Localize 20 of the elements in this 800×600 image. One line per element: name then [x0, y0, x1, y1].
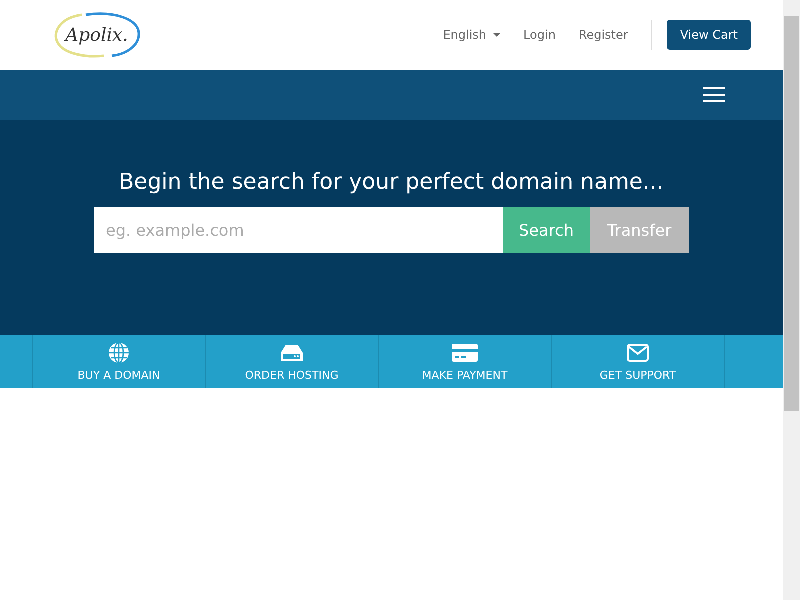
- scrollbar[interactable]: [783, 0, 800, 600]
- logo-ring-icon: [52, 11, 140, 59]
- caret-icon: [492, 33, 501, 37]
- search-button[interactable]: Search: [503, 207, 590, 253]
- shortcut-link[interactable]: MAKE PAYMENT: [379, 335, 552, 388]
- logo-text[interactable]: Apolix.: [66, 24, 128, 46]
- view-cart-button[interactable]: View Cart: [667, 20, 751, 50]
- language-dropdown[interactable]: English: [443, 28, 501, 42]
- globe-icon: [108, 342, 130, 364]
- shortcut-link[interactable]: GET SUPPORT: [552, 335, 725, 388]
- shortcut-link[interactable]: ORDER HOSTING: [206, 335, 379, 388]
- menu-icon[interactable]: [703, 87, 725, 103]
- hero-title: Begin the search for your perfect domain name...: [119, 170, 664, 195]
- shortcut-link[interactable]: BUY A DOMAIN: [33, 335, 206, 388]
- domain-search-field[interactable]: eg. example.com: [94, 207, 503, 253]
- envelope-icon: [627, 342, 649, 364]
- card-icon: [452, 342, 478, 364]
- transfer-button[interactable]: Transfer: [590, 207, 689, 253]
- nav-link[interactable]: Register: [578, 28, 628, 42]
- nav-link[interactable]: Login: [524, 28, 556, 42]
